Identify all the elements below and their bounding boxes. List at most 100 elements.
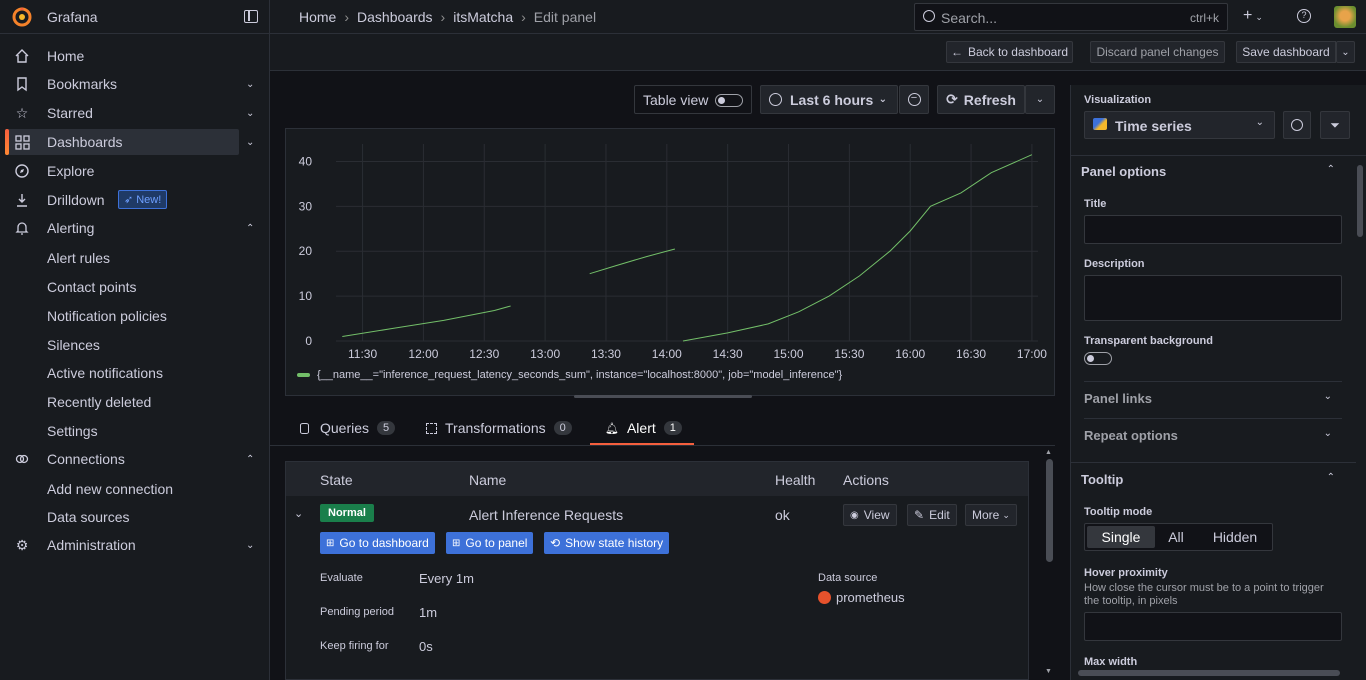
x-tick-label: 13:00 [530,347,560,361]
more-button[interactable]: More ⌄ [965,504,1017,526]
description-textarea[interactable] [1084,275,1342,321]
chevron-down-icon: ⌄ [1323,391,1332,402]
evaluate-value: Every 1m [419,571,474,586]
chevron-down-icon[interactable]: ⌄ [246,137,254,148]
header-health: Health [775,472,816,488]
mode-label: Hidden [1212,529,1258,545]
filter-options-button[interactable]: ⏷ [1320,111,1350,139]
hover-proximity-input[interactable] [1084,612,1342,641]
scrollbar[interactable] [1046,459,1053,562]
search-options-button[interactable] [1283,111,1311,139]
sidebar-item-settings[interactable]: Settings [47,423,98,439]
y-tick-label: 10 [299,289,313,303]
discard-panel-changes-button[interactable]: Discard panel changes [1090,41,1225,63]
repeat-options-section[interactable]: Repeat options ⌄ [1084,428,1342,446]
refresh-interval-dropdown[interactable]: ⌄ [1025,85,1055,114]
panel-resize-handle[interactable] [574,395,752,398]
sidebar-item-alerting[interactable]: Alerting ⌃ [0,215,268,241]
save-options-dropdown[interactable]: ⌄ [1336,41,1355,63]
tooltip-mode-all[interactable]: All [1159,526,1193,548]
sidebar-item-dashboards[interactable]: Dashboards [5,129,239,155]
search-shortcut: ctrl+k [1189,11,1219,25]
chevron-down-icon[interactable]: ⌄ [246,540,254,551]
refresh-button[interactable]: ⟳ Refresh [937,85,1025,114]
user-avatar[interactable] [1334,6,1356,28]
sidebar-item-explore[interactable]: Explore [0,158,268,184]
chevron-down-icon[interactable]: ⌄ [246,79,254,90]
back-to-dashboard-button[interactable]: ← Back to dashboard [946,41,1073,63]
sidebar-item-silences[interactable]: Silences [47,337,100,353]
help-icon[interactable]: ? [1297,9,1311,23]
horizontal-scrollbar[interactable] [1078,670,1340,676]
sidebar-item-add-new-connection[interactable]: Add new connection [47,481,173,497]
sidebar-item-label: Bookmarks [47,76,118,92]
tooltip-mode-hidden[interactable]: Hidden [1205,526,1265,548]
more-label: More [972,508,1000,522]
datasource-value[interactable]: prometheus [818,590,905,605]
sidebar-item-bookmarks[interactable]: Bookmarks ⌄ [0,71,268,97]
time-series-chart[interactable]: 0 10 20 30 40 11:30 12:00 12:30 13:00 13:30 14:00… [286,129,1054,395]
sidebar-item-notification-policies[interactable]: Notification policies [47,308,167,324]
chevron-up-icon[interactable]: ⌃ [246,223,254,234]
x-tick-label: 12:30 [469,347,499,361]
grafana-logo-icon[interactable] [11,6,33,28]
table-view-toggle[interactable]: Table view [634,85,752,114]
alert-name: Alert Inference Requests [469,507,624,523]
tooltip-header[interactable]: Tooltip ⌃ [1081,472,1345,492]
panel-options-title: Panel options [1081,164,1167,179]
edit-button[interactable]: ✎ Edit [907,504,957,526]
breadcrumb-dashboards[interactable]: Dashboards [357,9,433,25]
search-input[interactable]: Search... ctrl+k [914,3,1228,31]
breadcrumb-dashboard[interactable]: itsMatcha [453,9,513,25]
sidebar-item-home[interactable]: Home [0,43,268,69]
sidebar-item-starred[interactable]: ☆ Starred ⌄ [0,100,268,126]
tab-alert[interactable]: 🔔︎ Alert 1 [590,413,694,445]
tooltip-mode-single[interactable]: Single [1087,526,1155,548]
panel-links-section[interactable]: Panel links ⌄ [1084,391,1342,409]
series-line-segment[interactable] [589,248,676,275]
panel-options-header[interactable]: Panel options ⌃ [1081,164,1345,184]
sidebar-item-active-notifications[interactable]: Active notifications [47,365,163,381]
datasource-label: Data source [818,572,878,584]
save-dashboard-button[interactable]: Save dashboard [1236,41,1336,63]
zoom-out-button[interactable]: − [899,85,929,114]
toggle-switch[interactable] [715,94,743,107]
sidebar-item-alert-rules[interactable]: Alert rules [47,250,110,266]
new-plus-icon[interactable]: + ⌄ [1243,7,1263,25]
sidebar-item-data-sources[interactable]: Data sources [47,509,129,525]
database-icon [300,422,309,434]
tab-queries[interactable]: Queries 5 [300,420,396,436]
go-to-dashboard-button[interactable]: ⊞ Go to dashboard [320,532,435,554]
expand-row-icon[interactable]: ⌄ [294,507,303,520]
scroll-up-arrow-icon[interactable]: ▲ [1045,449,1052,456]
sidebar-item-recently-deleted[interactable]: Recently deleted [47,394,151,410]
options-scrollbar[interactable] [1357,165,1363,237]
go-to-panel-button[interactable]: ⊞ Go to panel [446,532,534,554]
series-line-segment[interactable] [342,305,511,337]
tab-transformations[interactable]: Transformations 0 [426,420,572,436]
sidebar-item-drilldown[interactable]: Drilldown ➶ New! [0,187,268,213]
link-icon [14,451,30,467]
tab-count-badge: 1 [663,421,682,435]
legend-item[interactable]: {__name__="inference_request_latency_sec… [297,369,842,381]
series-line-segment[interactable] [682,154,1033,342]
view-button[interactable]: ◉ View [843,504,897,526]
breadcrumb-home[interactable]: Home [299,9,336,25]
scroll-down-arrow-icon[interactable]: ▼ [1045,668,1052,675]
time-range-picker[interactable]: Last 6 hours ⌄ [760,85,898,114]
chevron-down-icon[interactable]: ⌄ [246,108,254,119]
divider [1084,418,1342,419]
visualization-picker[interactable]: Time series ⌄ [1084,111,1275,139]
gear-icon: ⚙ [15,536,29,553]
chevron-up-icon[interactable]: ⌃ [246,454,254,465]
title-input[interactable] [1084,215,1342,244]
dock-menu-icon[interactable] [244,10,258,23]
visualization-value: Time series [1115,118,1192,134]
transparent-toggle[interactable] [1084,352,1112,365]
sidebar-item-administration[interactable]: ⚙ Administration ⌄ [0,532,268,558]
sidebar-item-contact-points[interactable]: Contact points [47,279,137,295]
panel-preview: 0 10 20 30 40 11:30 12:00 12:30 13:00 13:30 14:00… [285,128,1055,398]
sidebar-item-connections[interactable]: Connections ⌃ [0,446,268,472]
clock-icon [769,93,782,106]
show-state-history-button[interactable]: ⟲ Show state history [544,532,670,554]
